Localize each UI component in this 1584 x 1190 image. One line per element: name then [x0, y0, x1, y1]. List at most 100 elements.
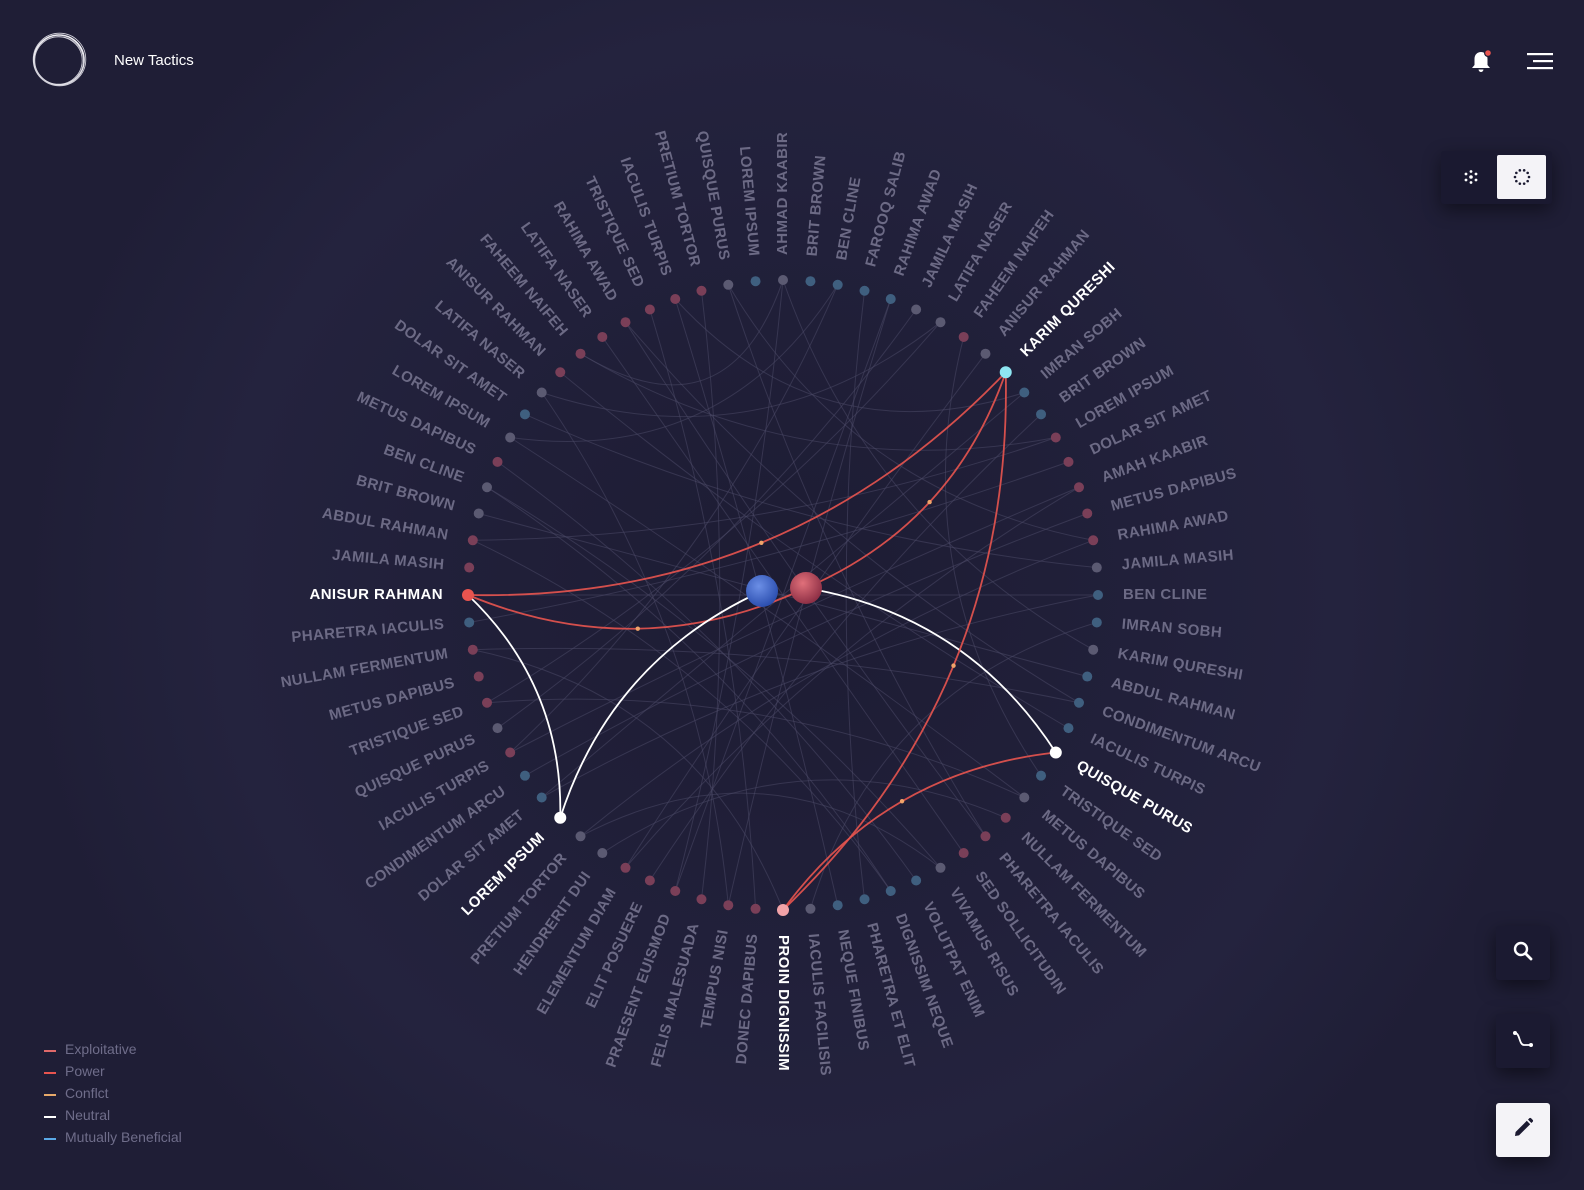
node-label[interactable]: PHARETRA IACULIS: [291, 616, 445, 646]
node-dot[interactable]: [911, 875, 922, 886]
node-label[interactable]: DONEC DAPIBUS: [733, 933, 761, 1065]
node-dot[interactable]: [750, 276, 761, 287]
node-dot[interactable]: [999, 366, 1012, 379]
node-dot[interactable]: [859, 894, 870, 905]
node-label[interactable]: JAMILA MASIH: [331, 547, 445, 574]
node-dot[interactable]: [1093, 590, 1103, 600]
node-label[interactable]: TEMPUS NISI: [698, 928, 732, 1030]
node-label[interactable]: AHMAD KAABIR: [774, 132, 791, 255]
node-dot[interactable]: [620, 862, 631, 873]
node-dot[interactable]: [935, 862, 946, 873]
circle-logo-icon[interactable]: [30, 31, 88, 89]
node-dot[interactable]: [1091, 562, 1102, 573]
node-label[interactable]: BRIT BROWN: [804, 154, 830, 257]
node-dot[interactable]: [980, 348, 991, 359]
node-label[interactable]: PROIN DIGNISSIM: [775, 935, 792, 1071]
node-dot[interactable]: [492, 456, 503, 467]
search-button[interactable]: [1496, 926, 1550, 980]
node-dot[interactable]: [1082, 671, 1093, 682]
node-dot[interactable]: [1036, 409, 1047, 420]
node-label[interactable]: ABDUL RAHMAN: [321, 505, 450, 544]
node-dot[interactable]: [885, 886, 896, 897]
node-dot[interactable]: [1019, 792, 1030, 803]
node-dot[interactable]: [670, 886, 681, 897]
node-dot[interactable]: [492, 723, 503, 734]
node-dot[interactable]: [519, 770, 530, 781]
node-dot[interactable]: [1063, 723, 1074, 734]
node-dot[interactable]: [1074, 482, 1085, 493]
node-dot[interactable]: [644, 304, 655, 315]
node-dot[interactable]: [935, 317, 946, 328]
node-dot[interactable]: [1074, 697, 1085, 708]
node-dot[interactable]: [670, 293, 681, 304]
bell-icon[interactable]: [1468, 47, 1496, 75]
node-dot[interactable]: [750, 903, 761, 914]
node-dot[interactable]: [696, 894, 707, 905]
node-dot[interactable]: [519, 409, 530, 420]
node-dot[interactable]: [536, 792, 547, 803]
node-dot[interactable]: [723, 279, 734, 290]
edit-button[interactable]: [1496, 1103, 1550, 1157]
node-dot[interactable]: [1049, 746, 1062, 759]
node-dot[interactable]: [1019, 387, 1030, 398]
node-dot[interactable]: [832, 279, 843, 290]
node-dot[interactable]: [554, 811, 567, 824]
node-dot[interactable]: [505, 432, 516, 443]
node-label[interactable]: BEN CLINE: [833, 175, 864, 261]
node-dot[interactable]: [467, 535, 478, 546]
node-dot[interactable]: [597, 848, 608, 859]
node-dot[interactable]: [1082, 508, 1093, 519]
node-dot[interactable]: [481, 482, 492, 493]
node-dot[interactable]: [467, 644, 478, 655]
node-dot[interactable]: [1000, 812, 1011, 823]
node-label[interactable]: QUISQUE PURUS: [693, 130, 733, 262]
node-dot[interactable]: [805, 903, 816, 914]
node-dot[interactable]: [464, 562, 475, 573]
node-dot[interactable]: [555, 367, 566, 378]
node-dot[interactable]: [885, 293, 896, 304]
node-dot[interactable]: [832, 900, 843, 911]
node-label[interactable]: NEQUE FINIBUS: [834, 928, 872, 1052]
node-dot[interactable]: [620, 317, 631, 328]
node-dot[interactable]: [696, 285, 707, 296]
node-label[interactable]: IACULIS FACILISIS: [805, 933, 834, 1077]
hamburger-menu-icon[interactable]: [1524, 48, 1556, 76]
node-label[interactable]: RAHIMA AWAD: [1116, 508, 1230, 544]
node-label[interactable]: JAMILA MASIH: [1121, 547, 1235, 574]
node-dot[interactable]: [1050, 432, 1061, 443]
node-label[interactable]: ANISUR RAHMAN: [309, 586, 443, 603]
node-dot[interactable]: [1036, 770, 1047, 781]
node-dot[interactable]: [958, 848, 969, 859]
node-dot[interactable]: [805, 276, 816, 287]
node-label[interactable]: CONDIMENTUM ARCU: [1100, 703, 1263, 776]
node-dot[interactable]: [1088, 535, 1099, 546]
radial-view-icon[interactable]: [1497, 155, 1546, 199]
node-label[interactable]: KARIM QURESHI: [1116, 645, 1244, 684]
node-dot[interactable]: [536, 387, 547, 398]
node-dot[interactable]: [464, 617, 475, 628]
node-label[interactable]: LOREM IPSUM: [736, 146, 763, 257]
node-dot[interactable]: [1088, 644, 1099, 655]
node-dot[interactable]: [575, 348, 586, 359]
node-label[interactable]: LOREM IPSUM: [458, 829, 548, 919]
node-dot[interactable]: [980, 831, 991, 842]
node-dot[interactable]: [911, 304, 922, 315]
path-button[interactable]: [1496, 1014, 1550, 1068]
node-dot[interactable]: [777, 904, 789, 916]
node-dot[interactable]: [505, 747, 516, 758]
node-dot[interactable]: [462, 589, 474, 601]
node-dot[interactable]: [723, 900, 734, 911]
node-dot[interactable]: [473, 508, 484, 519]
node-dot[interactable]: [859, 285, 870, 296]
node-dot[interactable]: [481, 697, 492, 708]
node-dot[interactable]: [597, 331, 608, 342]
cluster-view-icon[interactable]: [1446, 155, 1495, 199]
node-label[interactable]: IMRAN SOBH: [1121, 616, 1223, 642]
node-dot[interactable]: [575, 831, 586, 842]
node-dot[interactable]: [778, 275, 788, 285]
node-dot[interactable]: [958, 331, 969, 342]
node-dot[interactable]: [1063, 456, 1074, 467]
node-dot[interactable]: [1091, 617, 1102, 628]
node-label[interactable]: BEN CLINE: [1123, 586, 1207, 603]
node-dot[interactable]: [644, 875, 655, 886]
